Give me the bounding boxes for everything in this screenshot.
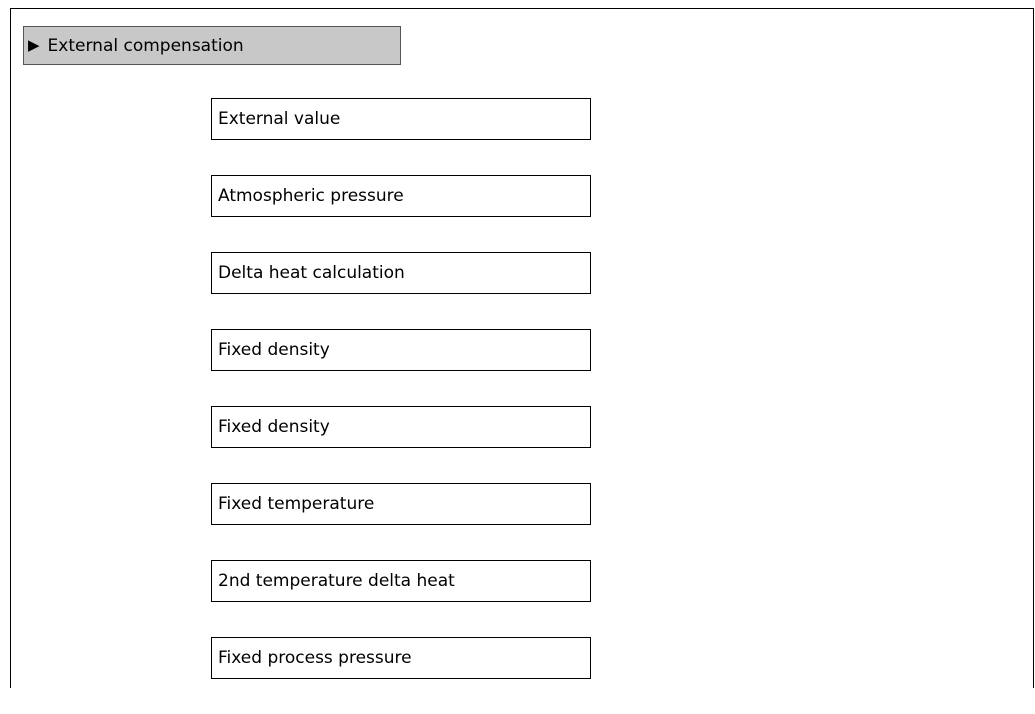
parameter-2nd-temperature-delta-heat[interactable]: 2nd temperature delta heat <box>211 560 591 602</box>
parameter-delta-heat-calculation[interactable]: Delta heat calculation <box>211 252 591 294</box>
parameter-fixed-density-2[interactable]: Fixed density <box>211 406 591 448</box>
parameter-fixed-temperature[interactable]: Fixed temperature <box>211 483 591 525</box>
parameter-list: External value Atmospheric pressure Delt… <box>211 98 591 714</box>
submenu-external-compensation[interactable]: ▶ External compensation <box>23 26 401 65</box>
parameter-fixed-process-pressure[interactable]: Fixed process pressure <box>211 637 591 679</box>
parameter-fixed-density-1[interactable]: Fixed density <box>211 329 591 371</box>
parameter-external-value[interactable]: External value <box>211 98 591 140</box>
triangle-right-icon: ▶ <box>28 36 40 54</box>
parameter-atmospheric-pressure[interactable]: Atmospheric pressure <box>211 175 591 217</box>
submenu-title: External compensation <box>47 35 244 56</box>
